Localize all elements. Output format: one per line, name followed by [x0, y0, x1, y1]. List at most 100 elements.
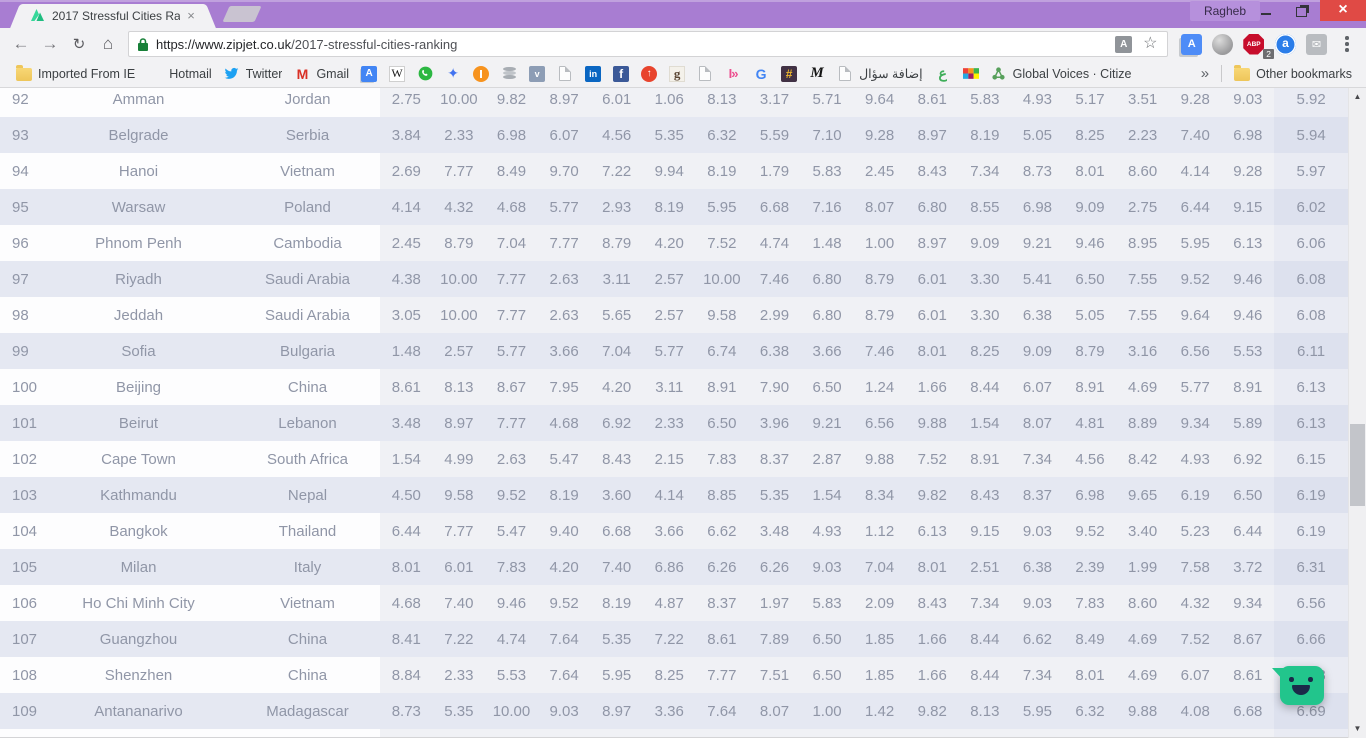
restore-button[interactable]	[1284, 0, 1320, 21]
bookmark-item[interactable]	[445, 66, 461, 82]
score-cell: 9.46	[1233, 306, 1263, 324]
score-cell: 9.64	[865, 90, 895, 108]
city-cell: Ho Chi Minh City	[42, 585, 235, 621]
minimize-button[interactable]	[1248, 0, 1284, 21]
table-row: 94 Hanoi Vietnam 2.69 7.77 8.49 9.70 7.22 9.94 8.…	[0, 153, 1366, 189]
scroll-down-arrow[interactable]	[1349, 720, 1366, 736]
score-cell: 9.70	[549, 162, 579, 180]
country-cell: Cambodia	[235, 225, 380, 261]
bookmark-item[interactable]: Twitter	[224, 66, 282, 82]
address-bar[interactable]: https://www.zipjet.co.uk/2017-stressful-…	[128, 31, 1169, 57]
score-cell: 5.35	[759, 486, 790, 504]
score-cell: 8.13	[970, 702, 1000, 720]
score-cell: 9.46	[1075, 234, 1105, 252]
bookmark-item[interactable]	[935, 66, 951, 82]
home-button[interactable]	[95, 31, 121, 57]
score-cell: 9.34	[1180, 414, 1210, 432]
facebook-icon	[613, 65, 630, 82]
bookmark-item[interactable]	[389, 65, 406, 82]
bookmark-item[interactable]	[669, 65, 686, 82]
city-cell: Hanoi	[42, 153, 235, 189]
score-cell: 5.47	[549, 450, 579, 468]
score-cell: 8.07	[865, 198, 895, 216]
tab-close-icon[interactable]	[184, 9, 198, 23]
rank-cell: 102	[0, 441, 42, 477]
score-cell: 1.00	[812, 702, 842, 720]
bookmark-item[interactable]	[809, 66, 825, 82]
bookmark-item[interactable]	[962, 66, 979, 82]
translate-page-icon[interactable]	[1115, 35, 1133, 53]
microsoft-icon	[147, 66, 163, 82]
score-cell: 4.99	[444, 450, 474, 468]
reload-button[interactable]	[66, 31, 92, 57]
score-cell: 7.83	[1075, 594, 1105, 612]
bookmark-item[interactable]: Gmail	[294, 66, 349, 82]
bookmark-item[interactable]	[725, 66, 741, 82]
score-cell: 5.95	[602, 666, 632, 684]
chat-widget-button[interactable]	[1272, 666, 1324, 705]
scroll-thumb[interactable]	[1350, 424, 1365, 506]
bookmark-item[interactable]: إضافة سؤال	[837, 66, 923, 81]
bookmark-item[interactable]	[781, 65, 798, 82]
bookmark-item[interactable]	[585, 65, 602, 82]
archive-icon	[529, 65, 546, 82]
browser-tab[interactable]: 2017 Stressful Cities Rank	[22, 4, 204, 28]
table-row: 95 Warsaw Poland 4.14 4.32 4.68 5.77 2.93 8.19 5.…	[0, 189, 1366, 225]
city-cell: Sofia	[42, 333, 235, 369]
score-cell: 9.52	[496, 486, 527, 504]
other-bookmarks-button[interactable]: Other bookmarks	[1234, 65, 1352, 81]
back-button[interactable]	[8, 31, 34, 57]
score-cell: 4.68	[391, 594, 421, 612]
score-cell: 2.75	[391, 90, 421, 108]
close-button[interactable]	[1320, 0, 1366, 21]
bookmark-item[interactable]: Global Voices · Citize	[991, 66, 1131, 82]
bookmark-item[interactable]	[613, 65, 630, 82]
bookmark-item[interactable]	[473, 65, 490, 82]
bookmark-item[interactable]	[361, 65, 378, 82]
score-cell: 6.98	[496, 126, 527, 144]
adblock-plus-icon[interactable]	[1243, 33, 1265, 55]
linkedin-icon	[585, 65, 602, 82]
bookmark-item[interactable]: Hotmail	[147, 66, 211, 82]
score-cell: 4.14	[654, 486, 684, 504]
bookmark-item[interactable]	[501, 66, 517, 82]
bookmark-item[interactable]	[753, 66, 769, 82]
rank-cell: 107	[0, 621, 42, 657]
score-cell: 6.44	[1180, 198, 1210, 216]
forward-button[interactable]	[37, 31, 63, 57]
score-cell: 6.68	[759, 198, 790, 216]
a-extension-icon[interactable]	[1275, 33, 1296, 55]
bookmark-star-icon[interactable]	[1141, 35, 1159, 53]
secure-padlock-icon[interactable]	[137, 37, 149, 52]
bookmark-item[interactable]	[641, 65, 658, 82]
score-cell: 8.97	[602, 702, 632, 720]
browser-menu-icon[interactable]	[1338, 34, 1356, 55]
bookmark-item[interactable]	[697, 66, 713, 81]
score-cell: 1.24	[865, 378, 895, 396]
bookmark-item[interactable]	[417, 66, 433, 82]
bookmark-item[interactable]: Imported From IE	[16, 65, 135, 81]
bookmarks-overflow-chevron[interactable]: »	[1195, 65, 1215, 82]
score-cell: 4.74	[496, 630, 527, 648]
score-cell: 9.88	[865, 450, 895, 468]
score-cell: 8.67	[496, 378, 527, 396]
score-cell: 3.30	[970, 270, 1000, 288]
score-cell: 9.65	[1128, 486, 1158, 504]
bookmarks-bar: Imported From IE Hotmail Twitter Gmail إضافة…	[0, 60, 1366, 88]
score-cell: 10.00	[440, 270, 478, 288]
mail-extension-icon[interactable]	[1306, 33, 1327, 55]
bookmark-item[interactable]	[557, 66, 573, 81]
score-cell: 7.77	[496, 270, 527, 288]
translate-extension-icon[interactable]	[1181, 33, 1203, 55]
score-cell: 6.80	[812, 270, 842, 288]
scroll-up-arrow[interactable]	[1349, 88, 1366, 104]
score-cell: 6.01	[444, 558, 474, 576]
new-tab-button[interactable]	[222, 6, 262, 22]
city-cell: Shenzhen	[42, 657, 235, 693]
score-cell: 8.91	[970, 450, 1000, 468]
vertical-scrollbar[interactable]	[1348, 88, 1366, 738]
bookmark-item[interactable]	[529, 65, 546, 82]
score-cell: 8.61	[391, 378, 421, 396]
globe-extension-icon[interactable]	[1212, 33, 1234, 55]
score-cell: 7.46	[865, 342, 895, 360]
